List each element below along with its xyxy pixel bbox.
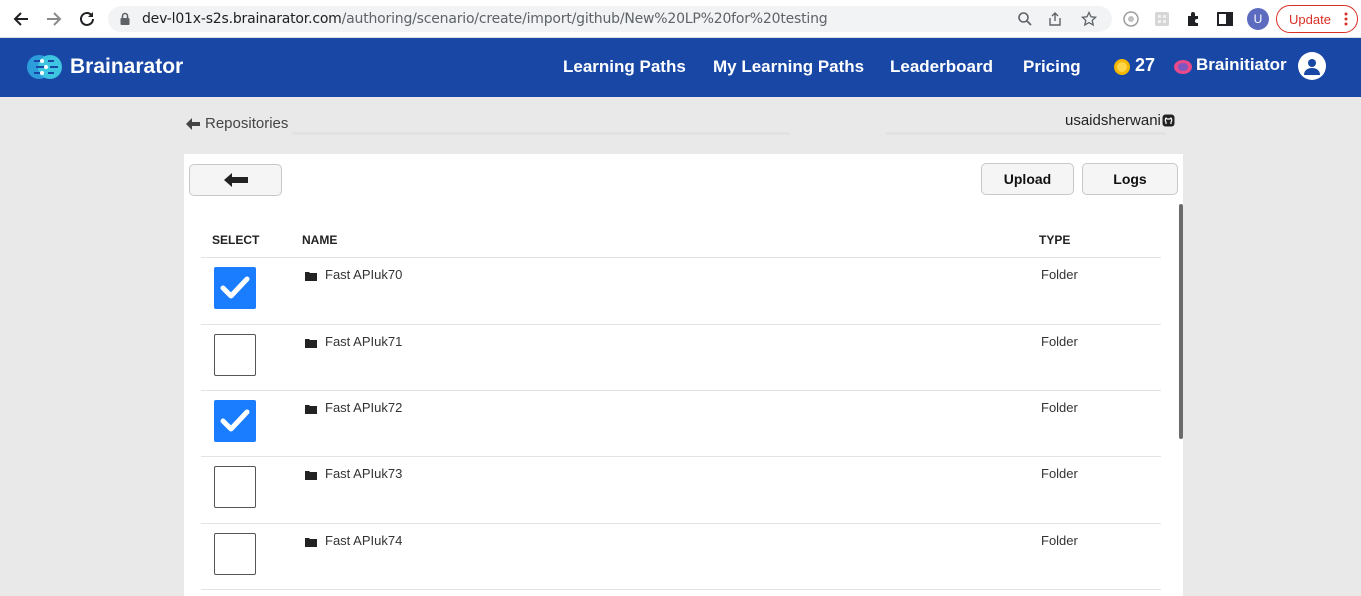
back-arrow-icon[interactable] (10, 8, 32, 30)
sidebar-icon[interactable] (1216, 10, 1234, 28)
row-name[interactable]: Fast APIuk73 (325, 466, 402, 481)
row-divider (201, 324, 1161, 325)
nav-leaderboard[interactable]: Leaderboard (890, 57, 993, 77)
zoom-icon[interactable] (1017, 11, 1033, 27)
lock-icon[interactable] (118, 12, 132, 26)
divider (292, 132, 790, 135)
more-icon (1344, 12, 1348, 26)
folder-icon (305, 339, 317, 348)
browser-toolbar: dev-l01x-s2s.brainarator.com/authoring/s… (0, 0, 1361, 38)
scrollbar[interactable] (1179, 204, 1183, 439)
nav-my-learning-paths[interactable]: My Learning Paths (713, 57, 864, 77)
folder-icon (305, 272, 317, 281)
user-avatar[interactable] (1298, 52, 1326, 80)
header-divider (201, 257, 1161, 258)
extension-circle-icon[interactable] (1122, 10, 1140, 28)
brand-name: Brainarator (70, 55, 184, 78)
row-type: Folder (1041, 400, 1078, 415)
github-username-text: usaidsherwani (1065, 112, 1161, 129)
checkmark-icon (220, 409, 250, 432)
profile-avatar[interactable]: U (1247, 8, 1269, 30)
row-name[interactable]: Fast APIuk70 (325, 267, 402, 282)
repositories-link[interactable]: Repositories (186, 115, 288, 132)
repository-panel: Upload Logs SELECT NAME TYPE Fast APIuk7… (184, 154, 1183, 596)
url-text: dev-l01x-s2s.brainarator.com/authoring/s… (142, 11, 828, 27)
repositories-label: Repositories (205, 115, 289, 132)
row-name[interactable]: Fast APIuk72 (325, 400, 402, 415)
user-name[interactable]: Brainitiator (1196, 55, 1287, 75)
github-icon (1162, 114, 1175, 127)
url-host: dev-l01x-s2s.brainarator.com (142, 11, 342, 27)
forward-arrow-icon[interactable] (43, 8, 65, 30)
brain-logo-icon (27, 55, 62, 79)
url-path: /authoring/scenario/create/import/github… (341, 11, 828, 27)
update-label: Update (1289, 11, 1331, 27)
share-icon[interactable] (1047, 11, 1063, 27)
user-icon (1304, 59, 1320, 75)
brain-user-icon (1174, 60, 1192, 74)
divider (886, 132, 1166, 135)
back-arrow-icon (223, 173, 248, 187)
address-bar[interactable]: dev-l01x-s2s.brainarator.com/authoring/s… (108, 6, 1112, 32)
row-type: Folder (1041, 334, 1078, 349)
folder-icon (305, 538, 317, 547)
row-type: Folder (1041, 267, 1078, 282)
app-header: Brainarator Learning Paths My Learning P… (0, 38, 1361, 97)
brand-logo[interactable]: Brainarator (26, 49, 183, 85)
reload-icon[interactable] (76, 8, 98, 30)
folder-icon (305, 471, 317, 480)
row-divider (201, 589, 1161, 590)
checkmark-icon (220, 276, 250, 299)
row-checkbox[interactable] (214, 466, 256, 508)
column-type[interactable]: TYPE (1039, 233, 1070, 247)
row-checkbox[interactable] (214, 533, 256, 575)
upload-button[interactable]: Upload (981, 163, 1074, 195)
row-name[interactable]: Fast APIuk74 (325, 533, 402, 548)
row-divider (201, 523, 1161, 524)
update-button[interactable]: Update (1276, 5, 1358, 33)
logs-button[interactable]: Logs (1082, 163, 1178, 195)
coin-icon (1114, 59, 1130, 75)
back-button[interactable] (189, 164, 282, 196)
star-icon[interactable] (1081, 11, 1097, 27)
folder-icon (305, 405, 317, 414)
row-checkbox[interactable] (214, 400, 256, 442)
coin-count: 27 (1135, 55, 1156, 75)
nav-learning-paths[interactable]: Learning Paths (563, 57, 686, 77)
row-checkbox[interactable] (214, 334, 256, 376)
nav-pricing[interactable]: Pricing (1023, 57, 1081, 77)
row-type: Folder (1041, 466, 1078, 481)
column-name[interactable]: NAME (302, 233, 337, 247)
extension-grid-icon[interactable] (1153, 10, 1171, 28)
puzzle-icon[interactable] (1185, 10, 1203, 28)
column-select: SELECT (212, 233, 260, 247)
github-username: usaidsherwani (1065, 112, 1175, 129)
row-checkbox[interactable] (214, 267, 256, 309)
row-type: Folder (1041, 533, 1078, 548)
row-name[interactable]: Fast APIuk71 (325, 334, 402, 349)
left-arrow-icon (186, 117, 200, 130)
row-divider (201, 456, 1161, 457)
row-divider (201, 390, 1161, 391)
